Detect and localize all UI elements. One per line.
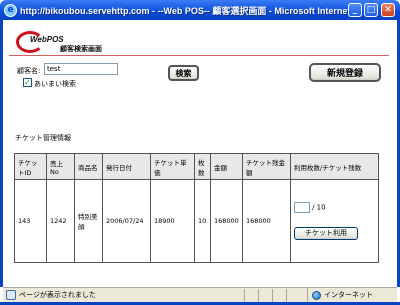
ticket-id-cell: 143 (14, 179, 47, 263)
unit-price-cell: 18900 (150, 179, 195, 263)
usage-count-input[interactable] (294, 202, 310, 213)
table-row: 143 1242 特別美顔 2006/07/24 18900 10 168000… (14, 179, 379, 263)
new-registration-button[interactable]: 新規登録 (309, 63, 381, 82)
usage-cell: / 10 チケット利用 (290, 179, 379, 263)
use-ticket-button[interactable]: チケット利用 (294, 227, 358, 240)
fuzzy-search-label: あいまい検索 (34, 80, 76, 88)
search-button[interactable]: 検索 (168, 65, 199, 81)
webpos-logo: WebPOS (16, 31, 64, 53)
issue-date-cell: 2006/07/24 (102, 179, 151, 263)
status-segment (272, 288, 286, 302)
ticket-table: チケットID 売上No 商品名 発行日付 チケット単価 枚数 金額 チケット残金… (14, 153, 379, 263)
status-text: ページが表示されました (19, 291, 96, 299)
column-header: 売上No (46, 153, 75, 180)
status-segment (244, 288, 258, 302)
quantity-cell: 10 (194, 179, 211, 263)
product-cell: 特別美顔 (74, 179, 103, 263)
ie-icon: e (4, 3, 17, 17)
column-header: チケットID (14, 153, 47, 180)
column-header: チケット残金額 (242, 153, 291, 180)
status-segment (286, 288, 300, 302)
page-icon (6, 290, 16, 300)
amount-cell: 168000 (210, 179, 243, 263)
window-titlebar[interactable]: e http://bikoubou.servehttp.com - --Web … (0, 0, 400, 20)
window-title: http://bikoubou.servehttp.com - --Web PO… (20, 5, 350, 16)
minimize-button[interactable]: _ (348, 3, 362, 17)
globe-icon (312, 290, 321, 300)
remaining-count: / 10 (312, 203, 326, 212)
ticket-section-title: チケット管理情報 (15, 134, 71, 142)
status-segment (258, 288, 272, 302)
fuzzy-search-checkbox[interactable]: ✓ (23, 78, 32, 87)
customer-name-label: 顧客名: (17, 67, 41, 75)
customer-name-input[interactable] (44, 63, 118, 75)
security-zone: インターネット (307, 288, 373, 302)
page-content: WebPOS 顧客検索画面 顧客名: ✓ あいまい検索 検索 新規登録 チケット… (3, 20, 397, 287)
remaining-amount-cell: 168000 (242, 179, 291, 263)
table-header-row: チケットID 売上No 商品名 発行日付 チケット単価 枚数 金額 チケット残金… (14, 153, 379, 180)
column-header: 金額 (210, 153, 243, 180)
column-header: 発行日付 (102, 153, 151, 180)
column-header: 商品名 (74, 153, 103, 180)
column-header: 枚数 (194, 153, 211, 180)
maximize-button[interactable]: □ (364, 3, 378, 17)
page-title: 顧客検索画面 (60, 45, 102, 53)
column-header: 利用枚数/チケット残数 (290, 153, 379, 180)
header-divider (9, 55, 389, 56)
logo-text: WebPOS (30, 35, 64, 44)
column-header: チケット単価 (150, 153, 195, 180)
sales-no-cell: 1242 (46, 179, 75, 263)
zone-label: インターネット (324, 291, 373, 299)
status-bar: ページが表示されました インターネット (3, 287, 397, 302)
close-button[interactable]: ✕ (381, 3, 395, 17)
